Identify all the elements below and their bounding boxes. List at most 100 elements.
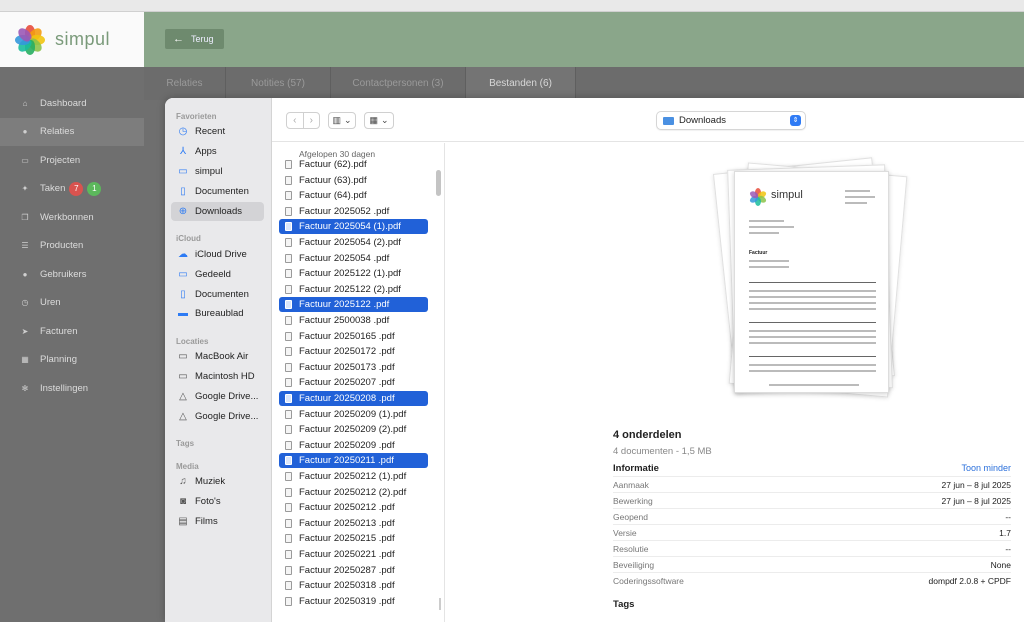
shared-folder-icon: ▭: [178, 269, 188, 280]
laptop-icon: ▭: [178, 351, 188, 362]
file-row[interactable]: Factuur (64).pdf: [279, 188, 428, 203]
file-row[interactable]: Factuur 20250287 .pdf: [279, 563, 428, 578]
file-row[interactable]: Factuur 20250209 (1).pdf: [279, 407, 428, 422]
file-row[interactable]: Factuur 20250215 .pdf: [279, 531, 428, 546]
file-row[interactable]: Factuur 20250208 .pdf: [279, 391, 428, 406]
file-row[interactable]: Factuur 20250319 .pdf: [279, 594, 428, 609]
disk-icon: ▭: [178, 371, 188, 382]
file-name: Factuur 2025122 (2).pdf: [299, 283, 401, 295]
file-row[interactable]: Factuur 2025054 .pdf: [279, 251, 428, 266]
nav-item-instellingen[interactable]: ✻ Instellingen: [0, 374, 144, 403]
nav-item-projecten[interactable]: ▭ Projecten: [0, 146, 144, 175]
sidebar-item-bureaublad[interactable]: ▬ Bureaublad: [171, 304, 264, 323]
brand-name: simpul: [55, 29, 111, 49]
file-name: Factuur 20250215 .pdf: [299, 533, 395, 545]
nav-item-uren[interactable]: ◷ Uren: [0, 289, 144, 318]
file-row[interactable]: Factuur 20250212 (1).pdf: [279, 469, 428, 484]
sidebar-item-google-drive-2[interactable]: △ Google Drive...: [171, 407, 264, 426]
sidebar-item-simpul[interactable]: ▭ simpul: [171, 162, 264, 181]
pdf-file-icon: [285, 425, 292, 435]
info-row-coderingssoftware: Coderingssoftware dompdf 2.0.8 + CPDF: [613, 572, 1011, 588]
app-sidebar: simpul ⌂ Dashboard ● Relaties ▭ Projecten ✦…: [0, 12, 144, 622]
nav-item-dashboard[interactable]: ⌂ Dashboard: [0, 89, 144, 118]
film-icon: ▤: [178, 516, 188, 527]
briefcase-icon: ▭: [21, 155, 29, 165]
favorites-header: Favorieten: [176, 112, 217, 121]
file-row[interactable]: Factuur 2025122 (2).pdf: [279, 282, 428, 297]
file-name: Factuur 20250319 .pdf: [299, 595, 395, 607]
file-row[interactable]: Factuur 20250207 .pdf: [279, 375, 428, 390]
logo[interactable]: simpul: [0, 12, 144, 67]
file-row[interactable]: Factuur 20250213 .pdf: [279, 516, 428, 531]
sidebar-item-icloud-drive[interactable]: ☁ iCloud Drive: [171, 245, 264, 264]
scrollbar-thumb[interactable]: [436, 170, 441, 196]
sidebar-item-fotos[interactable]: ◙ Foto's: [171, 492, 264, 511]
file-row[interactable]: Factuur (63).pdf: [279, 173, 428, 188]
tab-bestanden[interactable]: Bestanden (6): [466, 67, 576, 100]
pdf-file-icon: [285, 175, 292, 185]
music-icon: ♫: [179, 476, 187, 487]
nav-item-relaties[interactable]: ● Relaties: [0, 117, 144, 146]
file-row[interactable]: Factuur 2025054 (2).pdf: [279, 235, 428, 250]
file-row[interactable]: Factuur 20250172 .pdf: [279, 344, 428, 359]
file-row[interactable]: Factuur 20250165 .pdf: [279, 329, 428, 344]
tab-contactpersonen[interactable]: Contactpersonen (3): [331, 67, 466, 100]
file-row[interactable]: Factuur 20250221 .pdf: [279, 547, 428, 562]
nav-item-taken[interactable]: ✦ Taken 7 1: [0, 175, 144, 204]
home-icon: ⌂: [22, 98, 28, 108]
file-row[interactable]: Factuur 2025122 .pdf: [279, 297, 428, 313]
nav-item-planning[interactable]: ▦ Planning: [0, 346, 144, 375]
group-view-button[interactable]: ▦ ⌄: [364, 112, 394, 129]
sidebar-item-muziek[interactable]: ♫ Muziek: [171, 472, 264, 491]
pdf-file-icon: [285, 238, 292, 247]
back-nav-button[interactable]: ‹: [287, 113, 304, 128]
sidebar-item-downloads[interactable]: ⊕ Downloads: [171, 202, 264, 221]
pdf-file-icon: [285, 581, 292, 591]
sidebar-item-films[interactable]: ▤ Films: [171, 512, 264, 531]
forward-nav-button[interactable]: ›: [304, 113, 320, 128]
pdf-file-icon: [285, 456, 292, 466]
file-row[interactable]: Factuur 2025054 (1).pdf: [279, 219, 428, 235]
file-row[interactable]: Factuur 20250318 .pdf: [279, 578, 428, 593]
tab-notities[interactable]: Notities (57): [226, 67, 331, 100]
updown-chevron-icon: ⇕: [790, 115, 801, 126]
nav-item-gebruikers[interactable]: ● Gebruikers: [0, 260, 144, 289]
file-row[interactable]: Factuur 20250212 .pdf: [279, 500, 428, 515]
pdf-file-icon: [285, 362, 292, 372]
file-row[interactable]: Factuur 20250209 .pdf: [279, 438, 428, 453]
tab-relaties[interactable]: Relaties: [144, 67, 226, 100]
sidebar-item-recent[interactable]: ◷ Recent: [171, 122, 264, 141]
tags-sidebar-header: Tags: [176, 439, 195, 448]
pdf-file-icon: [285, 191, 292, 201]
file-row[interactable]: Factuur 20250173 .pdf: [279, 360, 428, 375]
pdf-file-icon: [285, 440, 292, 450]
file-row[interactable]: Factuur 2500038 .pdf: [279, 313, 428, 328]
location-select[interactable]: Downloads ⇕: [656, 111, 806, 130]
camera-icon: ◙: [179, 496, 187, 507]
file-row[interactable]: Factuur (62).pdf: [279, 157, 428, 172]
sidebar-item-documenten[interactable]: ▯ Documenten: [171, 182, 264, 201]
sidebar-item-apps[interactable]: ⅄ Apps: [171, 142, 264, 161]
sidebar-item-icloud-documenten[interactable]: ▯ Documenten: [171, 285, 264, 304]
file-name: Factuur 2025054 (1).pdf: [299, 221, 401, 233]
file-row[interactable]: Factuur 20250212 (2).pdf: [279, 485, 428, 500]
file-name: Factuur 20250212 .pdf: [299, 502, 395, 514]
file-row[interactable]: Factuur 20250211 .pdf: [279, 453, 428, 469]
file-row[interactable]: Factuur 2025122 (1).pdf: [279, 266, 428, 281]
icloud-header: iCloud: [176, 234, 201, 243]
pdf-file-icon: [285, 409, 292, 419]
nav-item-producten[interactable]: ☰ Producten: [0, 232, 144, 261]
column-resize-handle[interactable]: [439, 598, 441, 610]
nav-item-werkbonnen[interactable]: ❐ Werkbonnen: [0, 203, 144, 232]
file-row[interactable]: Factuur 2025052 .pdf: [279, 204, 428, 219]
back-button[interactable]: ← Terug: [165, 29, 224, 49]
sidebar-item-gedeeld[interactable]: ▭ Gedeeld: [171, 265, 264, 284]
show-less-link[interactable]: Toon minder: [961, 463, 1011, 473]
nav-item-facturen[interactable]: ➤ Facturen: [0, 317, 144, 346]
sidebar-item-macbook-air[interactable]: ▭ MacBook Air: [171, 347, 264, 366]
sidebar-item-google-drive-1[interactable]: △ Google Drive...: [171, 387, 264, 406]
tags-header: Tags: [613, 599, 635, 610]
column-view-button[interactable]: ▥ ⌄: [328, 112, 356, 129]
sidebar-item-macintosh-hd[interactable]: ▭ Macintosh HD: [171, 367, 264, 386]
file-row[interactable]: Factuur 20250209 (2).pdf: [279, 422, 428, 437]
